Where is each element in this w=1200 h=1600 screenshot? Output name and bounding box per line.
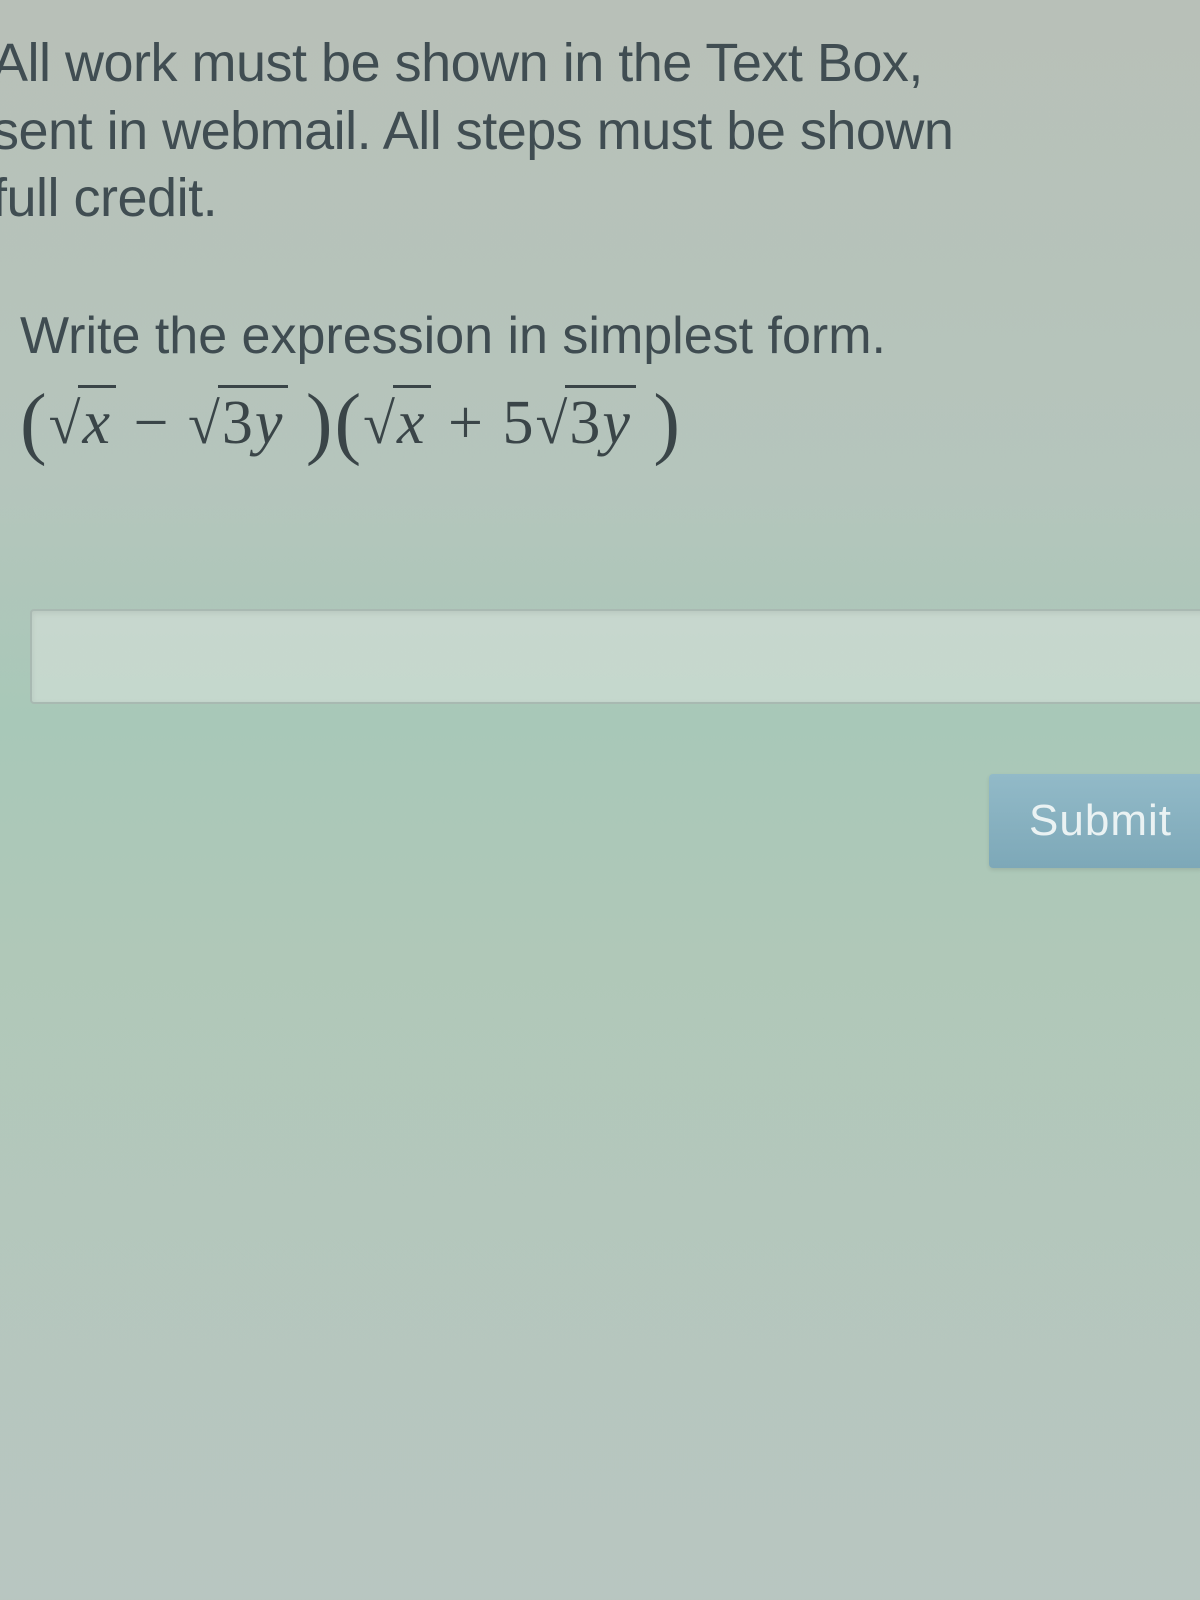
question-block: Write the expression in simplest form. (… [0,303,1200,470]
question-prompt: Write the expression in simplest form. [20,303,1200,371]
answer-input[interactable] [30,609,1200,704]
instruction-text: All work must be shown in the Text Box, … [0,30,1200,233]
submit-wrap: Submit [0,774,1200,868]
instruction-line-3: full credit. [0,165,1200,233]
instruction-line-2: sent in webmail. All steps must be shown [0,98,1200,166]
math-expression: (√x − √3y )(√x + 5√3y ) [20,378,1200,469]
question-container: All work must be shown in the Text Box, … [0,0,1200,868]
submit-button[interactable]: Submit [989,774,1200,868]
instruction-line-1: All work must be shown in the Text Box, [0,30,1200,98]
screen-glare [0,950,1200,1600]
